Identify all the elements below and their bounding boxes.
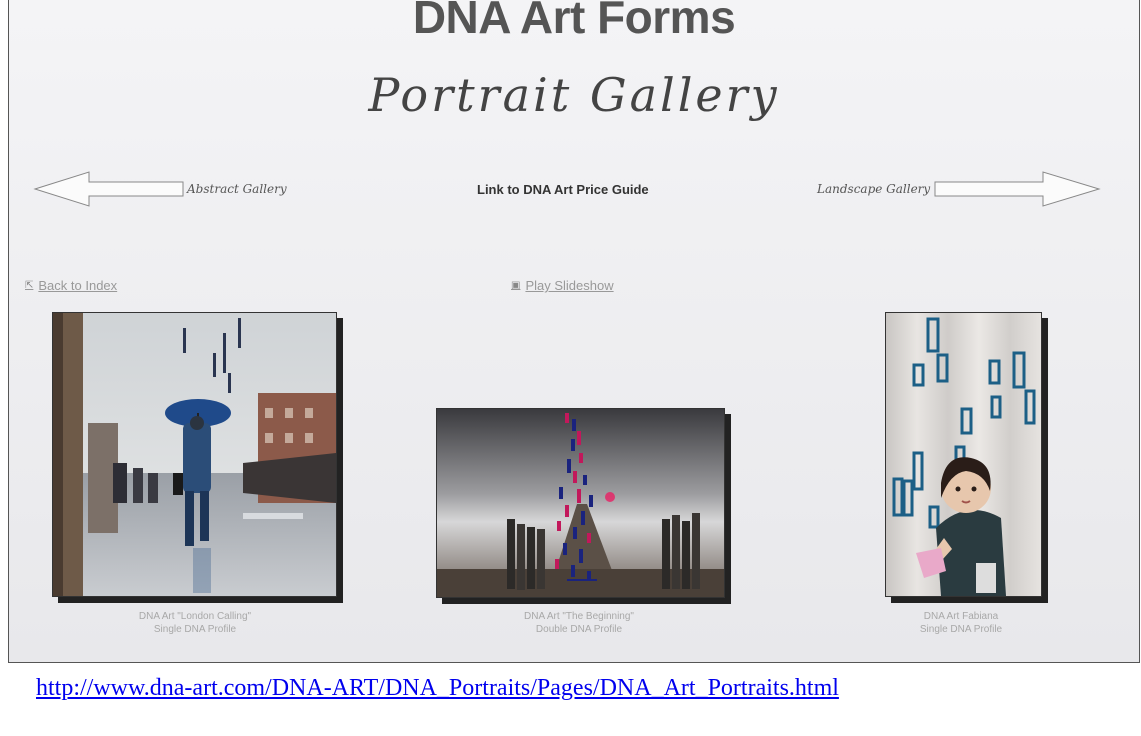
slideshow-icon: ▣ <box>511 280 521 291</box>
arrow-up-left-icon: ⇱ <box>25 280 34 291</box>
artwork-fabiana[interactable] <box>885 312 1042 597</box>
artwork-subtitle: Single DNA Profile <box>153 624 237 635</box>
left-arrow-icon <box>33 171 184 207</box>
prev-gallery-link[interactable]: Abstract Gallery <box>33 168 287 210</box>
price-guide-link[interactable]: Link to DNA Art Price Guide <box>477 182 649 197</box>
back-to-index-label: Back to Index <box>38 278 118 293</box>
url-footer: http://www.dna-art.com/DNA-ART/DNA_Portr… <box>8 662 1140 736</box>
fabiana-painting <box>886 313 1041 596</box>
play-slideshow-link[interactable]: ▣ Play Slideshow <box>511 278 614 293</box>
artwork-title: DNA Art Fabiana <box>923 611 999 622</box>
next-gallery-link[interactable]: Landscape Gallery <box>817 168 1101 210</box>
next-gallery-label: Landscape Gallery <box>817 182 931 196</box>
gallery-page: DNA Art Forms Portrait Gallery Abstract … <box>8 0 1140 662</box>
artwork-london-calling[interactable] <box>52 312 337 597</box>
artwork-subtitle: Single DNA Profile <box>919 624 1003 635</box>
artwork-caption: DNA Art "London Calling" Single DNA Prof… <box>95 610 295 636</box>
site-title: DNA Art Forms <box>412 0 736 43</box>
back-to-index-link[interactable]: ⇱ Back to Index <box>25 278 117 293</box>
london-calling-painting <box>53 313 336 596</box>
page-url-link[interactable]: http://www.dna-art.com/DNA-ART/DNA_Portr… <box>36 675 839 702</box>
artwork-subtitle: Double DNA Profile <box>535 624 623 635</box>
prev-gallery-label: Abstract Gallery <box>187 182 287 196</box>
right-arrow-icon <box>934 171 1101 207</box>
the-beginning-painting <box>437 409 724 597</box>
page-title: Portrait Gallery <box>368 68 780 122</box>
artwork-caption: DNA Art "The Beginning" Double DNA Profi… <box>479 610 679 636</box>
artwork-caption: DNA Art Fabiana Single DNA Profile <box>861 610 1061 636</box>
artwork-title: DNA Art "London Calling" <box>138 611 252 622</box>
artwork-title: DNA Art "The Beginning" <box>524 611 634 622</box>
play-slideshow-label: Play Slideshow <box>525 278 614 293</box>
artwork-the-beginning[interactable] <box>436 408 725 598</box>
